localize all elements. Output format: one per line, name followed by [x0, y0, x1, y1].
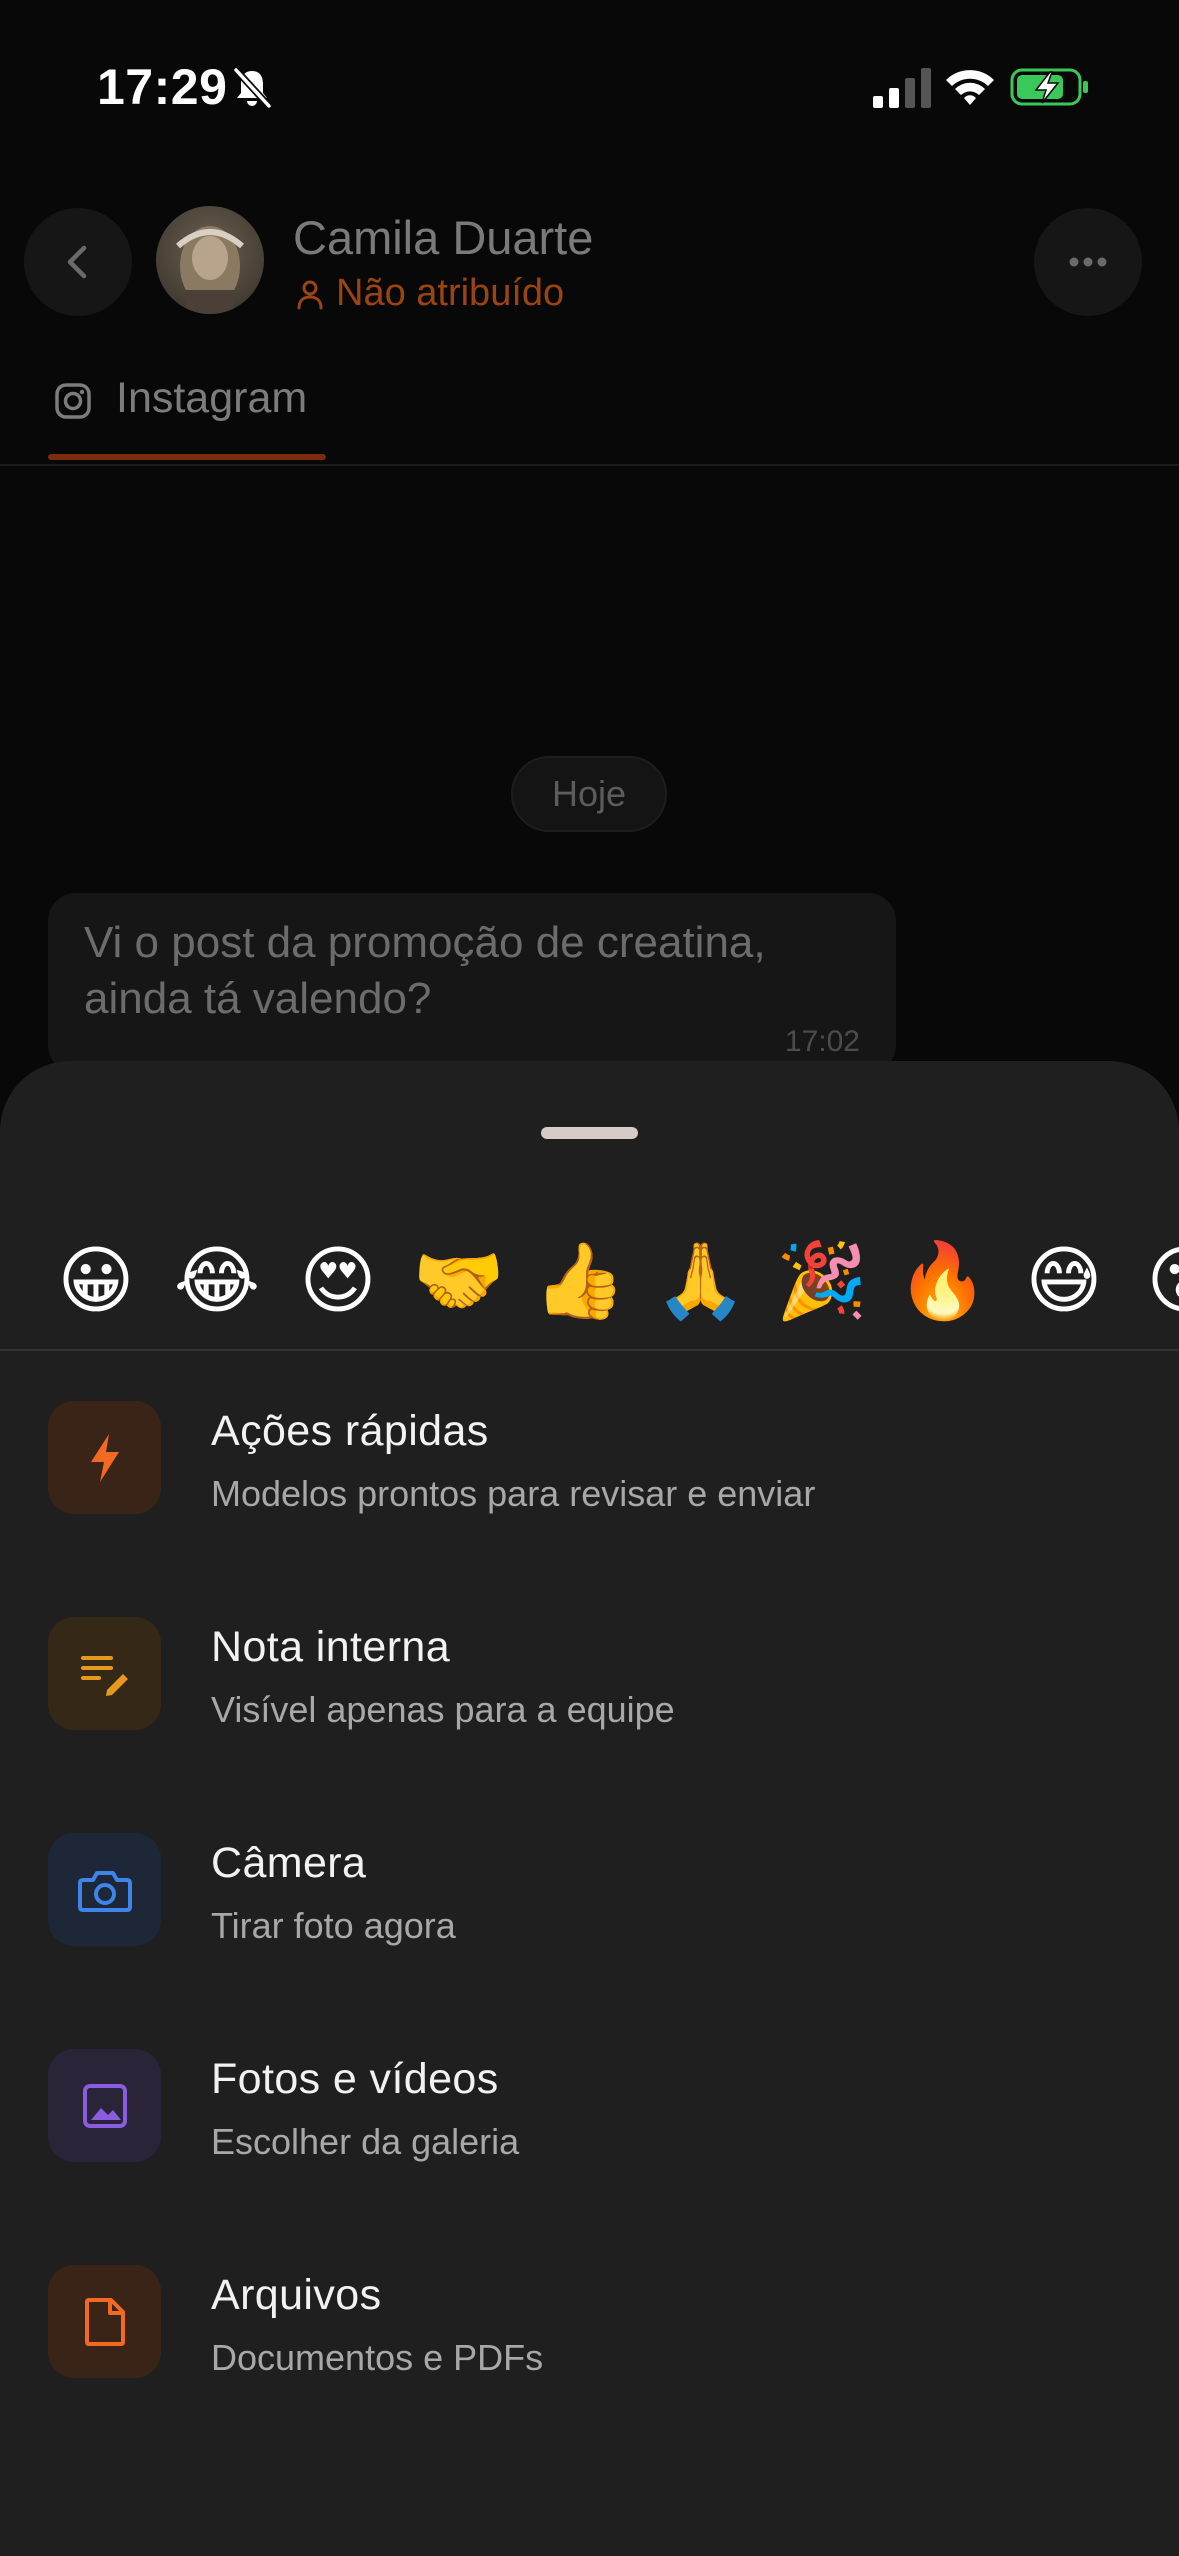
assignment-status[interactable]: Não atribuído	[296, 272, 564, 315]
divider	[0, 1349, 1179, 1351]
note-edit-icon	[80, 1655, 128, 1696]
action-title: Arquivos	[211, 2271, 382, 2319]
assignment-label: Não atribuído	[336, 272, 565, 314]
emoji-thumbs-up[interactable]: 👍	[530, 1231, 630, 1331]
quick-actions-item[interactable]: Ações rápidas Modelos prontos para revis…	[0, 1401, 1179, 1551]
internal-note-item[interactable]: Nota interna Visível apenas para a equip…	[0, 1617, 1179, 1767]
person-icon	[297, 280, 323, 309]
camera-item[interactable]: Câmera Tirar foto agora	[0, 1833, 1179, 1983]
tab-instagram[interactable]: Instagram	[48, 370, 326, 462]
emoji-fire[interactable]: 🔥	[893, 1231, 993, 1331]
ellipsis-icon	[1069, 257, 1107, 267]
emoji-folded-hands[interactable]: 🙏	[651, 1231, 751, 1331]
action-title: Nota interna	[211, 1623, 451, 1671]
tab-active-indicator	[48, 454, 326, 460]
avatar[interactable]	[156, 206, 264, 314]
emoji-open-mouth[interactable]: 😮	[1135, 1231, 1179, 1331]
action-title: Ações rápidas	[211, 1407, 489, 1455]
photos-videos-item[interactable]: Fotos e vídeos Escolher da galeria	[0, 2049, 1179, 2199]
back-button[interactable]	[24, 208, 132, 316]
files-item[interactable]: Arquivos Documentos e PDFs	[0, 2265, 1179, 2415]
emoji-tears-of-joy[interactable]: 😂	[167, 1231, 267, 1331]
emoji-row: 😀 😂 😍 🤝 👍 🙏 🎉 🔥 😅 😮	[0, 1231, 1179, 1351]
action-subtitle: Tirar foto agora	[211, 1905, 456, 1946]
action-subtitle: Escolher da galeria	[211, 2121, 520, 2162]
wifi-icon	[946, 70, 994, 105]
file-icon	[84, 2297, 125, 2346]
camera-icon	[77, 1870, 132, 1912]
action-subtitle: Modelos prontos para revisar e enviar	[211, 1473, 816, 1514]
emoji-party-popper[interactable]: 🎉	[772, 1231, 872, 1331]
emoji-heart-eyes[interactable]: 😍	[288, 1231, 388, 1331]
message-text: Vi o post da promoção de creatina, ainda…	[84, 918, 766, 1023]
action-title: Câmera	[211, 1839, 367, 1887]
message-time: 17:02	[784, 1025, 860, 1058]
more-options-button[interactable]	[1034, 208, 1142, 316]
action-title: Fotos e vídeos	[211, 2055, 499, 2103]
chat-header: Camila Duarte Não atribuído	[0, 190, 1179, 330]
chevron-left-icon	[67, 245, 87, 279]
image-icon	[82, 2083, 127, 2128]
status-time: 17:29	[97, 59, 228, 115]
sheet-grabber[interactable]	[541, 1127, 638, 1139]
action-subtitle: Documentos e PDFs	[211, 2337, 544, 2378]
divider	[0, 464, 1179, 466]
date-separator: Hoje	[511, 756, 667, 832]
bell-muted-icon	[233, 67, 272, 109]
contact-name[interactable]: Camila Duarte	[293, 210, 593, 265]
attachment-sheet: 😀 😂 😍 🤝 👍 🙏 🎉 🔥 😅 😮 Ações rápidas Modelo…	[0, 1061, 1179, 2556]
emoji-handshake[interactable]: 🤝	[409, 1231, 509, 1331]
message-bubble[interactable]: Vi o post da promoção de creatina, ainda…	[48, 893, 896, 1073]
action-subtitle: Visível apenas para a equipe	[211, 1689, 675, 1730]
status-bar: 17:29	[0, 0, 1179, 150]
signal-icon	[873, 68, 931, 108]
instagram-icon	[55, 383, 91, 419]
bolt-icon	[90, 1433, 119, 1482]
emoji-sweat-smile[interactable]: 😅	[1014, 1231, 1114, 1331]
battery-charging-icon	[1010, 68, 1088, 106]
emoji-grinning[interactable]: 😀	[46, 1231, 146, 1331]
tab-label: Instagram	[116, 374, 308, 422]
